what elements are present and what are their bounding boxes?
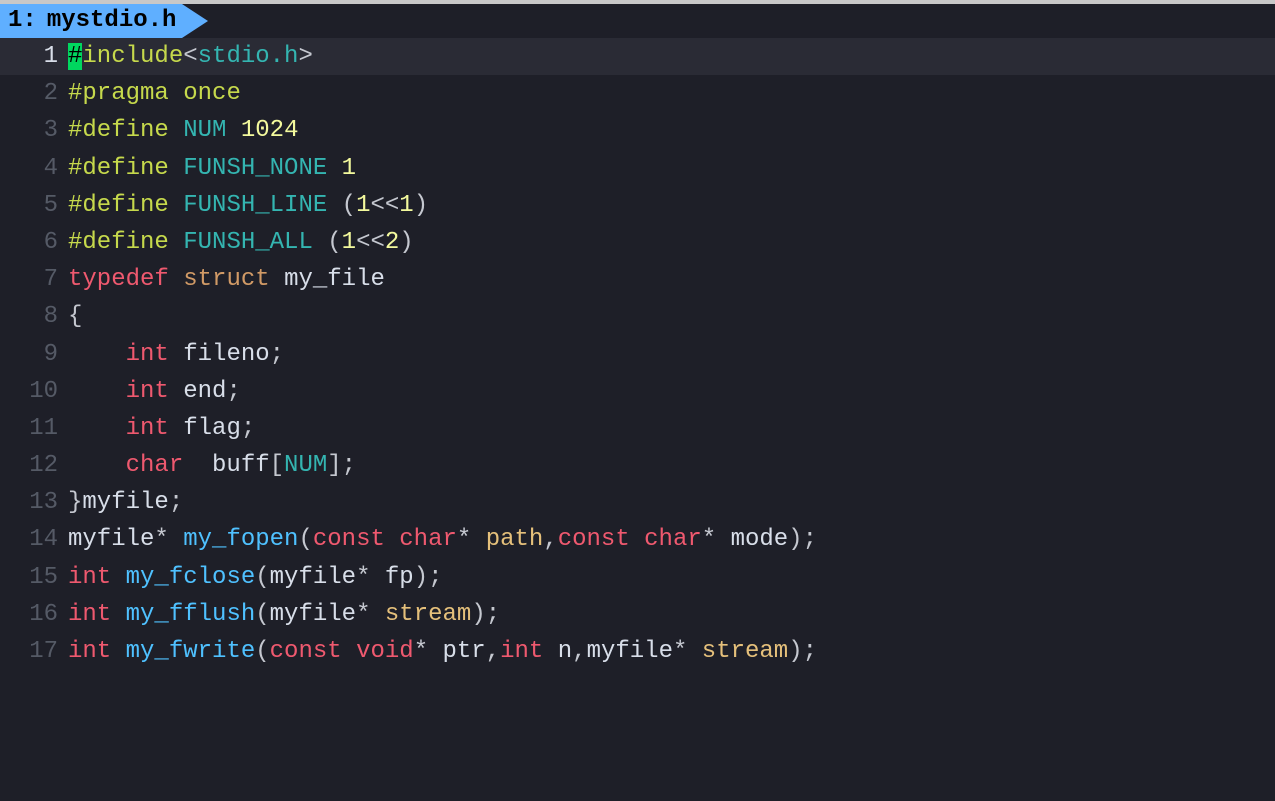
code-line[interactable]: 14 myfile* my_fopen(const char* path,con… xyxy=(0,521,1275,558)
code-line[interactable]: 10 int end; xyxy=(0,373,1275,410)
code-content: { xyxy=(68,298,1275,335)
line-number: 7 xyxy=(0,261,68,298)
code-content: char buff[NUM]; xyxy=(68,447,1275,484)
code-editor[interactable]: 1 #include<stdio.h> 2 #pragma once 3 #de… xyxy=(0,38,1275,670)
line-number: 16 xyxy=(0,596,68,633)
code-line[interactable]: 2 #pragma once xyxy=(0,75,1275,112)
line-number: 4 xyxy=(0,150,68,187)
tab-active[interactable]: 1: mystdio.h xyxy=(0,4,182,38)
tab-filename: mystdio.h xyxy=(47,2,177,39)
line-number: 11 xyxy=(0,410,68,447)
line-number: 12 xyxy=(0,447,68,484)
line-number: 14 xyxy=(0,521,68,558)
tab-bar: 1: mystdio.h xyxy=(0,4,1275,38)
code-content: int end; xyxy=(68,373,1275,410)
code-line[interactable]: 15 int my_fclose(myfile* fp); xyxy=(0,559,1275,596)
code-line[interactable]: 13 }myfile; xyxy=(0,484,1275,521)
line-number: 3 xyxy=(0,112,68,149)
code-content: #define NUM 1024 xyxy=(68,112,1275,149)
code-content: typedef struct my_file xyxy=(68,261,1275,298)
cursor: # xyxy=(68,43,82,70)
code-line[interactable]: 7 typedef struct my_file xyxy=(0,261,1275,298)
line-number: 5 xyxy=(0,187,68,224)
code-line[interactable]: 4 #define FUNSH_NONE 1 xyxy=(0,150,1275,187)
line-number: 17 xyxy=(0,633,68,670)
line-number: 1 xyxy=(0,38,68,75)
code-line[interactable]: 11 int flag; xyxy=(0,410,1275,447)
code-content: int my_fclose(myfile* fp); xyxy=(68,559,1275,596)
line-number: 15 xyxy=(0,559,68,596)
code-line[interactable]: 6 #define FUNSH_ALL (1<<2) xyxy=(0,224,1275,261)
code-line[interactable]: 9 int fileno; xyxy=(0,336,1275,373)
code-line[interactable]: 12 char buff[NUM]; xyxy=(0,447,1275,484)
code-line[interactable]: 17 int my_fwrite(const void* ptr,int n,m… xyxy=(0,633,1275,670)
code-line[interactable]: 16 int my_fflush(myfile* stream); xyxy=(0,596,1275,633)
code-content: #define FUNSH_LINE (1<<1) xyxy=(68,187,1275,224)
tab-index: 1: xyxy=(8,2,37,39)
line-number: 9 xyxy=(0,336,68,373)
code-content: int fileno; xyxy=(68,336,1275,373)
code-content: #include<stdio.h> xyxy=(68,38,1275,75)
line-number: 2 xyxy=(0,75,68,112)
line-number: 10 xyxy=(0,373,68,410)
code-content: int my_fwrite(const void* ptr,int n,myfi… xyxy=(68,633,1275,670)
line-number: 13 xyxy=(0,484,68,521)
code-content: myfile* my_fopen(const char* path,const … xyxy=(68,521,1275,558)
code-content: #define FUNSH_ALL (1<<2) xyxy=(68,224,1275,261)
code-line[interactable]: 3 #define NUM 1024 xyxy=(0,112,1275,149)
code-content: int flag; xyxy=(68,410,1275,447)
line-number: 6 xyxy=(0,224,68,261)
code-line[interactable]: 1 #include<stdio.h> xyxy=(0,38,1275,75)
line-number: 8 xyxy=(0,298,68,335)
code-content: #pragma once xyxy=(68,75,1275,112)
code-content: #define FUNSH_NONE 1 xyxy=(68,150,1275,187)
code-content: int my_fflush(myfile* stream); xyxy=(68,596,1275,633)
code-line[interactable]: 5 #define FUNSH_LINE (1<<1) xyxy=(0,187,1275,224)
code-line[interactable]: 8 { xyxy=(0,298,1275,335)
code-content: }myfile; xyxy=(68,484,1275,521)
